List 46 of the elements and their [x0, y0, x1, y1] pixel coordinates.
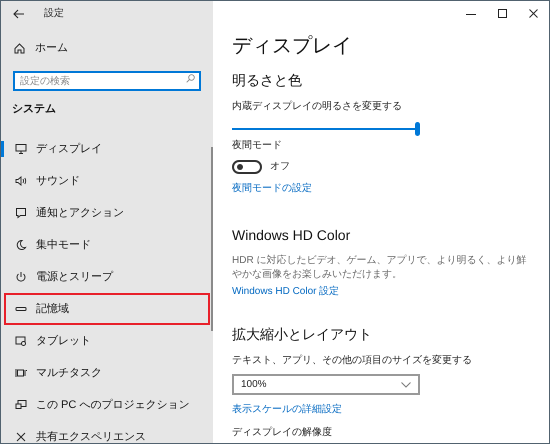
dropdown-label: テキスト、アプリ、その他の項目のサイズを変更する — [232, 354, 472, 367]
settings-link[interactable]: Windows HD Color 設定 — [232, 285, 340, 298]
moon-icon — [15, 239, 27, 251]
settings-link[interactable]: 表示スケールの詳細設定 — [232, 403, 342, 416]
brightness-slider[interactable] — [232, 122, 418, 136]
slider-thumb[interactable] — [415, 122, 420, 136]
page-title: ディスプレイ — [232, 34, 352, 59]
monitor-icon — [15, 143, 27, 155]
nav-item[interactable]: 共有エクスペリエンス — [4, 421, 210, 443]
search-icon — [186, 74, 195, 82]
maximize-icon[interactable] — [498, 8, 508, 18]
nav-item[interactable]: 集中モード — [4, 229, 210, 261]
projection-icon — [15, 399, 27, 411]
window-title: 設定 — [44, 6, 64, 21]
chevron-down-icon — [401, 382, 411, 388]
section-heading: システム — [12, 102, 57, 116]
toggle-switch[interactable] — [232, 160, 262, 174]
speech-bubble-icon — [15, 207, 27, 219]
section-heading: Windows HD Color — [232, 226, 350, 244]
description-text: HDR に対応したビデオ、ゲーム、アプリで、より明るく、より鮮やかな画像をお楽しみいただけます。 — [232, 254, 528, 282]
section-heading: 拡大縮小とレイアウト — [232, 325, 372, 343]
nav-item[interactable]: ディスプレイ — [4, 133, 210, 165]
setting-label: ディスプレイの解像度 — [232, 426, 332, 439]
close-icon[interactable] — [529, 8, 539, 18]
section-heading: 明るさと色 — [232, 71, 302, 89]
settings-link[interactable]: 夜間モードの設定 — [232, 182, 312, 195]
search-field[interactable]: 設定の検索 — [13, 71, 201, 91]
nav-item[interactable]: タブレット — [4, 325, 210, 357]
home-link[interactable]: ホーム — [35, 40, 68, 56]
toggle-state: オフ — [270, 160, 290, 174]
nav-item[interactable]: 記憶域 — [4, 293, 210, 325]
scale-dropdown[interactable]: 100% — [232, 374, 420, 395]
nav-item[interactable]: サウンド — [4, 165, 210, 197]
back-arrow-icon[interactable] — [13, 8, 25, 18]
nav-item[interactable]: この PC へのプロジェクション — [4, 389, 210, 421]
multitask-icon — [15, 367, 27, 379]
nav-item[interactable]: マルチタスク — [4, 357, 210, 389]
slider-label: 内蔵ディスプレイの明るさを変更する — [232, 100, 402, 113]
nav-item[interactable]: 電源とスリープ — [4, 261, 210, 293]
home-icon — [14, 42, 25, 54]
power-icon — [15, 271, 27, 283]
tablet-icon — [15, 335, 27, 347]
toggle-label: 夜間モード — [232, 139, 282, 152]
nav-item[interactable]: 通知とアクション — [4, 197, 210, 229]
speaker-icon — [15, 175, 27, 187]
scrollbar[interactable] — [211, 147, 213, 331]
